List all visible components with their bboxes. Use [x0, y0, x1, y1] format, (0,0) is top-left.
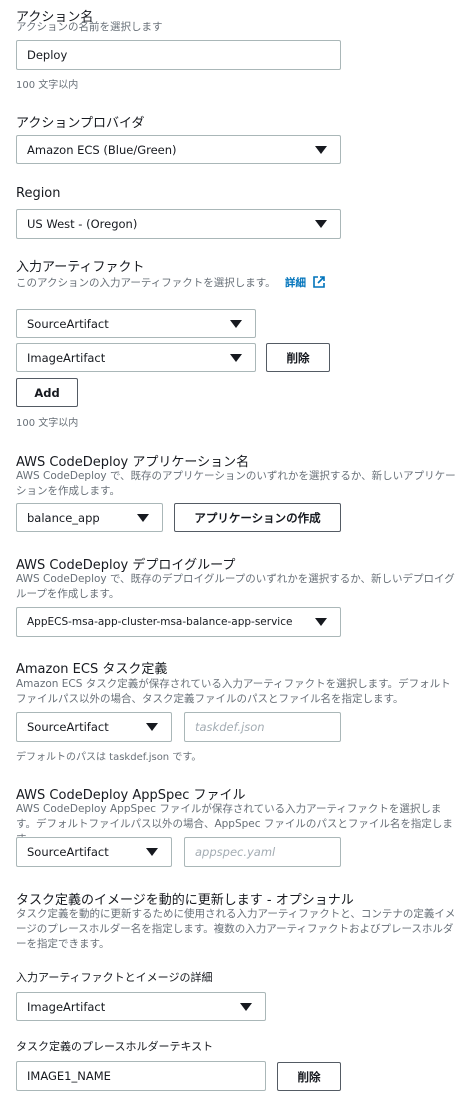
image-details-label: 入力アーティファクトとイメージの詳細 — [16, 971, 213, 984]
caret-down-icon — [146, 848, 158, 856]
dynamic-update-label: タスク定義のイメージを動的に更新します - オプショナル — [16, 893, 354, 908]
deploy-group-value: AppECS-msa-app-cluster-msa-balance-app-s… — [27, 616, 293, 628]
input-artifact-select-2[interactable]: ImageArtifact — [16, 343, 256, 372]
task-def-label: Amazon ECS タスク定義 — [16, 662, 168, 677]
caret-down-icon — [315, 145, 327, 154]
codedeploy-app-label: AWS CodeDeploy アプリケーション名 — [16, 455, 250, 470]
create-application-button[interactable]: アプリケーションの作成 — [174, 503, 341, 532]
action-provider-value: Amazon ECS (Blue/Green) — [27, 142, 177, 157]
action-name-value: Deploy — [27, 48, 68, 62]
input-artifact-select-1[interactable]: SourceArtifact — [16, 309, 256, 338]
task-def-hint: デフォルトのパスは taskdef.json です。 — [16, 752, 202, 763]
codedeploy-app-description: AWS CodeDeploy で、既存のアプリケーションのいずれかを選択するか、… — [16, 470, 456, 497]
action-name-input[interactable]: Deploy — [16, 40, 341, 70]
deploy-group-description: AWS CodeDeploy で、既存のデプロイグループのいずれかを選択するか、… — [16, 573, 455, 600]
remove-placeholder-button[interactable]: 削除 — [277, 1062, 341, 1091]
caret-down-icon — [230, 353, 242, 362]
input-artifacts-label: 入力アーティファクト — [16, 260, 145, 275]
image-artifact-value: ImageArtifact — [27, 999, 106, 1014]
input-artifacts-description-text: このアクションの入力アーティファクトを選択します。 — [16, 277, 276, 289]
appspec-artifact-select[interactable]: SourceArtifact — [16, 837, 172, 867]
task-def-path-input[interactable]: taskdef.json — [184, 712, 341, 742]
dynamic-update-description: タスク定義を動的に更新するために使用される入力アーティファクトと、コンテナの定義… — [16, 908, 456, 950]
region-label: Region — [16, 186, 61, 201]
deploy-group-label: AWS CodeDeploy デプロイグループ — [16, 558, 236, 573]
appspec-path-input[interactable]: appspec.yaml — [184, 837, 341, 867]
codedeploy-app-value: balance_app — [27, 510, 100, 525]
placeholder-text-value: IMAGE1_NAME — [27, 1069, 111, 1083]
input-artifacts-hint: 100 文字以内 — [16, 418, 79, 429]
task-def-artifact-value: SourceArtifact — [27, 720, 109, 734]
external-link-icon[interactable] — [313, 276, 326, 288]
action-provider-label: アクションプロバイダ — [16, 116, 145, 131]
caret-down-icon — [230, 319, 242, 328]
task-def-description: Amazon ECS タスク定義が保存されている入力アーティファクトを選択します… — [16, 678, 451, 705]
appspec-artifact-value: SourceArtifact — [27, 845, 109, 859]
placeholder-text-label: タスク定義のプレースホルダーテキスト — [16, 1040, 214, 1053]
region-value: US West - (Oregon) — [27, 217, 138, 231]
task-def-path-placeholder: taskdef.json — [195, 720, 265, 734]
appspec-path-placeholder: appspec.yaml — [195, 845, 276, 859]
add-artifact-button[interactable]: Add — [16, 378, 78, 407]
details-link[interactable]: 詳細 — [285, 277, 306, 289]
action-provider-select[interactable]: Amazon ECS (Blue/Green) — [16, 135, 341, 164]
codedeploy-app-select[interactable]: balance_app — [16, 503, 163, 532]
region-select[interactable]: US West - (Oregon) — [16, 209, 341, 239]
remove-artifact-button[interactable]: 削除 — [266, 343, 330, 372]
action-name-hint: 100 文字以内 — [16, 80, 79, 91]
deploy-group-select[interactable]: AppECS-msa-app-cluster-msa-balance-app-s… — [16, 607, 341, 637]
placeholder-text-input[interactable]: IMAGE1_NAME — [16, 1061, 266, 1091]
caret-down-icon — [315, 618, 327, 626]
image-artifact-select[interactable]: ImageArtifact — [16, 992, 266, 1021]
caret-down-icon — [146, 723, 158, 731]
appspec-label: AWS CodeDeploy AppSpec ファイル — [16, 788, 246, 803]
input-artifact-value-1: SourceArtifact — [27, 316, 109, 331]
action-name-description: アクションの名前を選択します — [16, 21, 163, 33]
input-artifacts-description: このアクションの入力アーティファクトを選択します。 詳細 — [16, 276, 326, 291]
caret-down-icon — [137, 513, 149, 522]
task-def-artifact-select[interactable]: SourceArtifact — [16, 712, 172, 742]
input-artifact-value-2: ImageArtifact — [27, 350, 106, 365]
caret-down-icon — [240, 1002, 252, 1011]
caret-down-icon — [315, 220, 327, 228]
